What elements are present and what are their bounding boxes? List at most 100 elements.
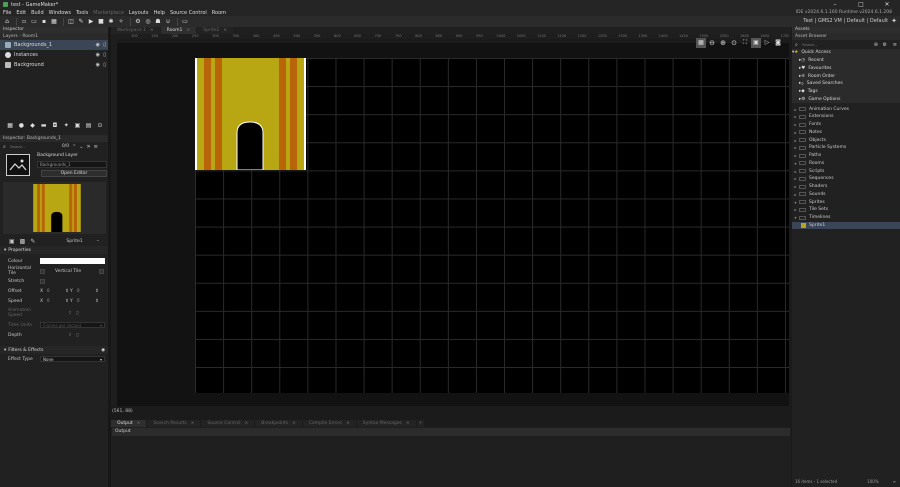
vtile-checkbox[interactable]: [99, 268, 104, 274]
home-icon[interactable]: ⌂: [3, 18, 11, 26]
menu-layouts[interactable]: Layouts: [129, 10, 149, 16]
zoom-in-icon[interactable]: ⊕: [718, 38, 728, 48]
stretch-checkbox[interactable]: [40, 278, 45, 284]
chevron-right-icon[interactable]: ▸: [792, 207, 799, 212]
depth-spinner-icon[interactable]: ⇕: [68, 333, 76, 338]
target-icon[interactable]: ◎: [144, 18, 152, 26]
add-asset-layer-icon[interactable]: ◆: [29, 122, 35, 129]
asset-folder[interactable]: ▸ Shaders: [792, 183, 900, 191]
asset-folder[interactable]: ▾ Rooms: [792, 160, 900, 168]
add-path-layer-icon[interactable]: ▬: [41, 122, 47, 129]
wipe-icon[interactable]: ✧: [117, 18, 125, 26]
chevron-down-icon[interactable]: ▾: [792, 200, 799, 205]
properties-section-header[interactable]: ▾ Properties: [0, 246, 108, 254]
add-effect-layer-icon[interactable]: ✦: [63, 122, 69, 129]
minimize-button[interactable]: –: [822, 0, 848, 9]
visibility-eye-icon[interactable]: ◉: [96, 52, 100, 58]
controller-icon[interactable]: ☗: [154, 18, 162, 26]
delete-layer-icon[interactable]: ▤: [86, 122, 92, 129]
asset-folder[interactable]: ▸ Scripts: [792, 167, 900, 175]
close-icon[interactable]: ×: [346, 420, 350, 427]
show-layer-icon[interactable]: ▣: [751, 38, 761, 48]
menu-source-control[interactable]: Source Control: [170, 10, 207, 16]
search-next-icon[interactable]: ⌄: [79, 144, 83, 150]
menu-edit[interactable]: Edit: [16, 10, 26, 16]
chevron-right-icon[interactable]: ▸: [792, 169, 799, 174]
chevron-down-icon[interactable]: ▾: [792, 161, 799, 166]
anim-speed-spinner-icon[interactable]: ⇕: [68, 311, 76, 316]
run-icon[interactable]: ▶: [87, 18, 95, 26]
sprite-pen-icon[interactable]: ✎: [30, 238, 35, 245]
add-folder-icon[interactable]: ▣: [74, 122, 81, 129]
chevron-right-icon[interactable]: ▸: [792, 114, 799, 119]
fit-view-icon[interactable]: ⛶: [740, 38, 750, 48]
add-background-layer-icon[interactable]: ◘: [52, 122, 58, 129]
zoom-reset-icon[interactable]: ⊙: [729, 38, 739, 48]
tab-syntax-messages[interactable]: Syntax Messages ×: [356, 420, 416, 427]
quick-access-item[interactable]: ▸ ◆ Tags: [792, 87, 900, 96]
search-prev-icon[interactable]: ⌃: [72, 144, 76, 150]
lock-icon[interactable]: ▯: [103, 42, 106, 48]
screenshot-icon[interactable]: ◙: [773, 38, 783, 48]
menu-help[interactable]: Help: [154, 10, 165, 16]
menu-build[interactable]: Build: [31, 10, 44, 16]
filters-eye-icon[interactable]: ◉: [101, 348, 105, 353]
sprite-preview[interactable]: [3, 182, 106, 234]
stop-icon[interactable]: ■: [97, 18, 105, 26]
offset-y-spinner-icon[interactable]: ⇕: [95, 289, 99, 294]
quick-access-item[interactable]: ▸ ⌕ Saved Searches: [792, 80, 900, 88]
settings-icon[interactable]: ⚙: [134, 18, 142, 26]
asset-folder[interactable]: ▸ Notes: [792, 129, 900, 137]
offset-x-input[interactable]: 0: [45, 288, 65, 294]
menu-tools[interactable]: Tools: [76, 10, 88, 16]
speed-x-input[interactable]: 0: [45, 298, 65, 304]
search-menu-icon[interactable]: ≡: [94, 144, 98, 150]
monitor-icon[interactable]: ▭: [181, 18, 189, 26]
filters-section-header[interactable]: ▾ Filters & Effects ◉: [0, 346, 108, 354]
asset-item-sprite1[interactable]: Sprite1: [792, 221, 900, 230]
quick-access-item[interactable]: ▸ ≡ Room Order: [792, 72, 900, 80]
inspector-search-input[interactable]: [7, 143, 58, 150]
close-icon[interactable]: ×: [245, 420, 249, 427]
magnet-icon[interactable]: ∪: [164, 18, 172, 26]
close-icon[interactable]: ×: [191, 420, 195, 427]
layer-settings-icon[interactable]: ⊙: [97, 122, 103, 129]
asset-folder[interactable]: ▸ Objects: [792, 136, 900, 144]
chevron-right-icon[interactable]: ▸: [792, 130, 799, 135]
clean-icon[interactable]: ✎: [77, 18, 85, 26]
chevron-right-icon[interactable]: ▸: [792, 122, 799, 127]
zoom-out-icon[interactable]: ⊖: [707, 38, 717, 48]
quick-access-header[interactable]: ▾ ★ Quick Access: [792, 49, 900, 57]
asset-folder[interactable]: ▸ Tile Sets: [792, 206, 900, 214]
close-icon[interactable]: ×: [137, 420, 141, 427]
list-view-icon[interactable]: ≡: [893, 479, 896, 484]
colour-swatch[interactable]: [40, 258, 105, 264]
anim-speed-input[interactable]: [40, 310, 68, 316]
search-clear-icon[interactable]: ✕: [86, 144, 90, 150]
tab-source-control[interactable]: Source Control ×: [201, 420, 255, 427]
menu-room[interactable]: Room: [212, 10, 226, 16]
tab-compile-errors[interactable]: Compile Errors ×: [302, 420, 356, 427]
asset-folder[interactable]: ▾ Sprites: [792, 198, 900, 206]
new-file-icon[interactable]: ▫: [20, 18, 28, 26]
quick-access-item[interactable]: ▸ ♥ Favourites: [792, 64, 900, 73]
settings-gear-icon[interactable]: ⚙: [883, 42, 887, 48]
tab-output[interactable]: Output ×: [111, 420, 147, 427]
sprite-edit-icon[interactable]: ▩: [20, 238, 26, 245]
chevron-right-icon[interactable]: ▸: [792, 145, 799, 150]
open-folder-icon[interactable]: ▭: [30, 18, 38, 26]
asset-folder[interactable]: ▸ Fonts: [792, 121, 900, 129]
close-icon[interactable]: ×: [150, 27, 154, 34]
offset-y-input[interactable]: 0: [75, 288, 95, 294]
chevron-down-icon[interactable]: ▾: [792, 215, 799, 220]
maximize-button[interactable]: □: [848, 0, 874, 9]
save-icon[interactable]: ▪: [40, 18, 48, 26]
effect-type-dropdown[interactable]: None ▾: [40, 356, 105, 362]
asset-zoom[interactable]: 100%: [867, 479, 878, 484]
chevron-right-icon[interactable]: ▸: [792, 192, 799, 197]
filter-icon[interactable]: ⊜: [874, 42, 878, 48]
close-icon[interactable]: ×: [292, 420, 296, 427]
asset-folder[interactable]: ▸ Sequences: [792, 175, 900, 183]
htile-checkbox[interactable]: [40, 268, 45, 274]
add-tab-button[interactable]: +: [416, 420, 425, 427]
